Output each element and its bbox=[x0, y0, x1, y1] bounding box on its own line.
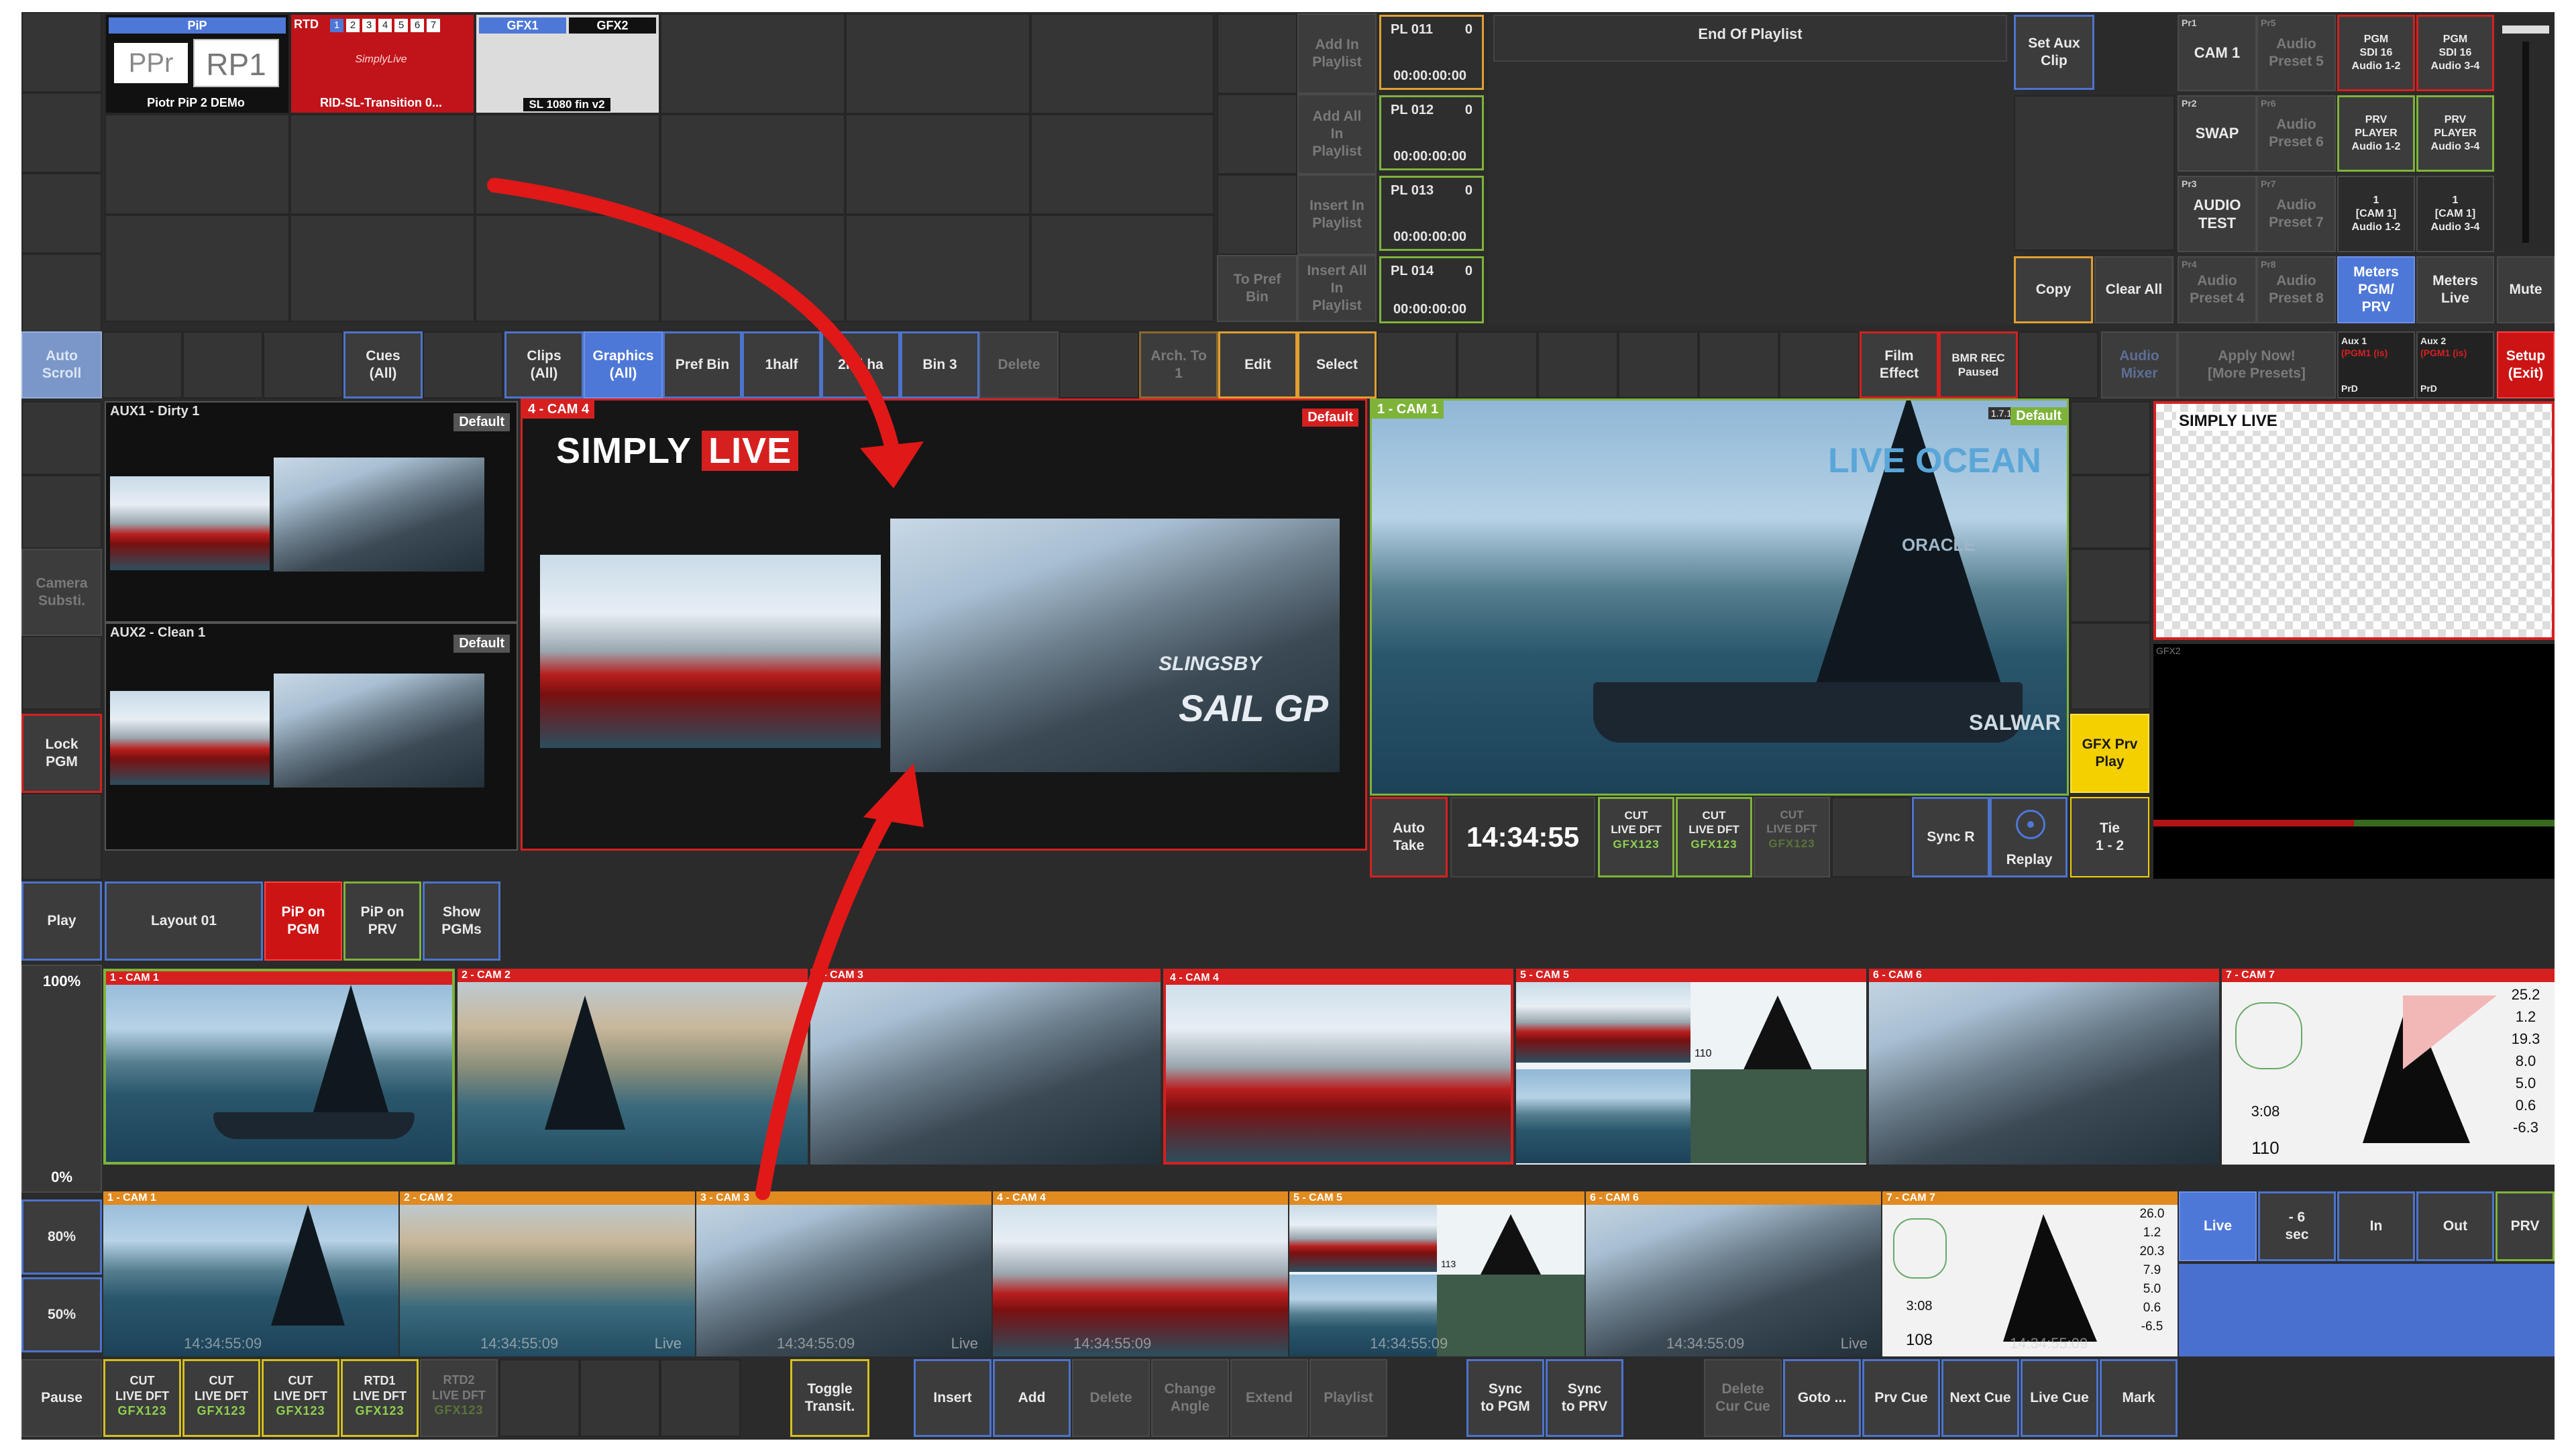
replay-control-panel: PiP PPr RP1 Piotr PiP 2 DEMo RTD 1 2 3 4… bbox=[21, 12, 2555, 1440]
annotation-arrows bbox=[487, 178, 924, 1200]
arrow-from-replay bbox=[755, 796, 901, 1200]
arrow-to-pgm-main bbox=[487, 178, 901, 462]
arrow-head bbox=[863, 763, 924, 827]
arrow-head bbox=[860, 441, 924, 488]
